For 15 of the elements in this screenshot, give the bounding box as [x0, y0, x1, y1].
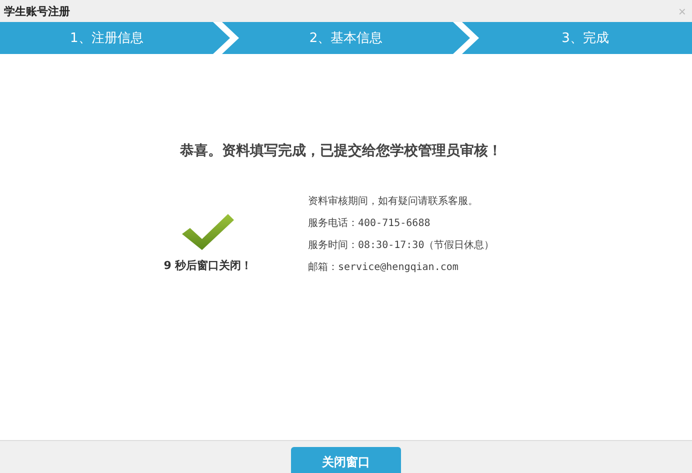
chevron-icon — [452, 22, 479, 54]
step-label: 2、基本信息 — [308, 30, 384, 47]
step-label: 3、完成 — [560, 30, 610, 47]
close-button[interactable]: × — [676, 4, 688, 18]
close-window-button[interactable]: 关闭窗口 — [291, 447, 401, 473]
success-message: 恭喜。资料填写完成，已提交给您学校管理员审核！ — [179, 142, 503, 160]
countdown-text: 9 秒后窗口关闭！ — [164, 258, 252, 273]
info-text: 邮箱：service@hengqian.com — [308, 260, 460, 274]
window-title: 学生账号注册 — [4, 4, 70, 18]
info-text: 服务时间：08:30-17:30（节假日休息） — [308, 238, 494, 252]
chevron-icon — [213, 22, 240, 54]
step-label: 1、注册信息 — [69, 30, 144, 47]
info-text: 资料审核期间，如有疑问请联系客服。 — [308, 194, 479, 208]
checkmark-icon — [180, 212, 236, 252]
info-text: 服务电话：400-715-6688 — [308, 216, 432, 230]
